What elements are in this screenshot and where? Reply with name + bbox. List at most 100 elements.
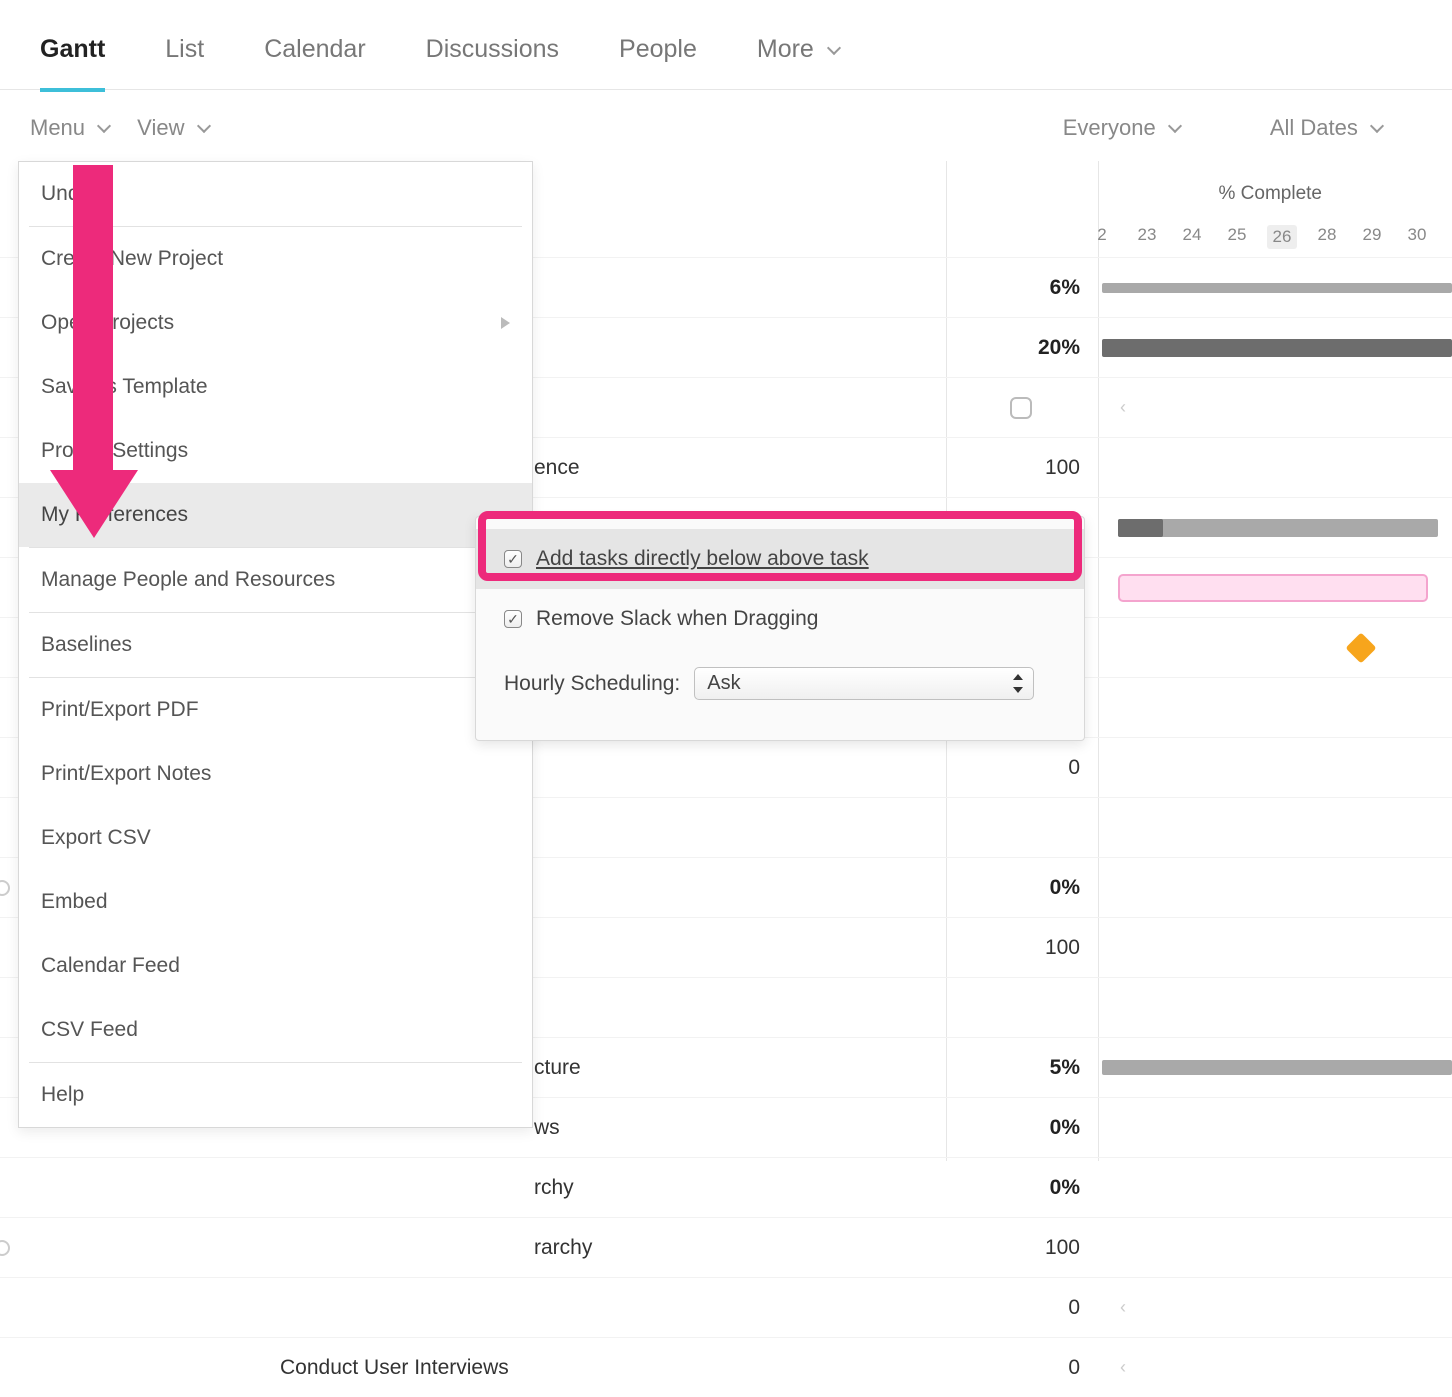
tab-more[interactable]: More <box>757 35 839 64</box>
menu-item-open-projects[interactable]: Open Projects <box>19 291 532 355</box>
gantt-row[interactable]: rchy 0% <box>0 1157 1452 1217</box>
chevron-left-icon: ‹ <box>1120 1297 1126 1318</box>
gantt-bar[interactable] <box>1102 1060 1452 1075</box>
menu-item-label: Manage People and Resources <box>41 568 335 592</box>
date-cell: 2 <box>1087 225 1117 249</box>
menu-item-label: Project Settings <box>41 439 188 463</box>
gantt-bar[interactable] <box>1118 519 1438 537</box>
tab-list[interactable]: List <box>165 35 204 64</box>
menu-item-label: Undo <box>41 182 91 206</box>
pref-label: Add tasks directly below above task <box>536 547 869 571</box>
menu-item-label: Create New Project <box>41 247 223 271</box>
pref-hourly-scheduling: Hourly Scheduling: Ask <box>476 649 1084 718</box>
menu-item-export-csv[interactable]: Export CSV <box>19 806 532 870</box>
clock-icon <box>0 1240 10 1256</box>
gantt-row[interactable]: Conduct User Interviews 0 ‹ <box>0 1337 1452 1397</box>
menu-item-save-as-template[interactable]: Save as Template <box>19 355 532 419</box>
menu-item-label: My Preferences <box>41 503 188 527</box>
menu-item-help[interactable]: Help <box>19 1063 532 1127</box>
percent-cell: 0% <box>960 876 1080 900</box>
menu-item-manage-people[interactable]: Manage People and Resources <box>19 548 532 612</box>
menu-item-label: Open Projects <box>41 311 174 335</box>
menu-item-csv-feed[interactable]: CSV Feed <box>19 998 532 1062</box>
tab-people[interactable]: People <box>619 35 697 64</box>
menu-item-label: Save as Template <box>41 375 208 399</box>
clock-icon <box>0 880 10 896</box>
menu-item-baselines[interactable]: Baselines <box>19 613 532 677</box>
chevron-down-icon <box>197 119 211 133</box>
menu-item-undo[interactable]: Undo <box>19 162 532 226</box>
task-label: ence <box>534 456 954 480</box>
tab-calendar[interactable]: Calendar <box>264 35 365 64</box>
column-header-percent-complete: % Complete <box>1219 183 1323 205</box>
percent-cell: 0% <box>960 1116 1080 1140</box>
menu-item-label: Calendar Feed <box>41 954 180 978</box>
percent-cell: 6% <box>960 276 1080 300</box>
filter-all-dates[interactable]: All Dates <box>1270 115 1382 141</box>
chevron-left-icon: ‹ <box>1120 1357 1126 1378</box>
pref-label: Remove Slack when Dragging <box>536 607 818 631</box>
milestone-diamond-icon[interactable] <box>1345 632 1376 663</box>
date-cell: 24 <box>1177 225 1207 249</box>
percent-cell: 20% <box>960 336 1080 360</box>
menu-item-label: Print/Export Notes <box>41 762 211 786</box>
percent-cell: 5% <box>960 1056 1080 1080</box>
menu-item-label: Export CSV <box>41 826 151 850</box>
checkbox-icon[interactable] <box>504 610 522 628</box>
preferences-submenu: Add tasks directly below above task Remo… <box>475 516 1085 741</box>
pref-add-tasks-below[interactable]: Add tasks directly below above task <box>476 529 1084 589</box>
task-label: rarchy <box>534 1236 954 1260</box>
gantt-row[interactable]: 0 ‹ <box>0 1277 1452 1337</box>
menu-item-print-export-pdf[interactable]: Print/Export PDF <box>19 678 532 742</box>
tab-discussions[interactable]: Discussions <box>426 35 559 64</box>
menu-dropdown: Undo Create New Project Open Projects Sa… <box>18 161 533 1128</box>
top-tabs-bar: Gantt List Calendar Discussions People M… <box>0 0 1452 90</box>
date-cell: 23 <box>1132 225 1162 249</box>
gantt-bar-progress <box>1118 519 1163 537</box>
menu-button-label: Menu <box>30 115 85 140</box>
menu-item-label: CSV Feed <box>41 1018 138 1042</box>
menu-item-my-preferences[interactable]: My Preferences <box>19 483 532 547</box>
tab-more-label: More <box>757 35 814 63</box>
menu-item-create-new-project[interactable]: Create New Project <box>19 227 532 291</box>
date-cell: 25 <box>1222 225 1252 249</box>
chevron-down-icon <box>1168 119 1182 133</box>
date-cell: 31 <box>1447 225 1452 249</box>
date-cell: 28 <box>1312 225 1342 249</box>
menu-item-print-export-notes[interactable]: Print/Export Notes <box>19 742 532 806</box>
menu-item-project-settings[interactable]: Project Settings <box>19 419 532 483</box>
menu-item-label: Print/Export PDF <box>41 698 199 722</box>
filter-everyone[interactable]: Everyone <box>1063 115 1180 141</box>
view-button[interactable]: View <box>137 115 208 141</box>
menu-item-calendar-feed[interactable]: Calendar Feed <box>19 934 532 998</box>
date-cell-today: 26 <box>1267 225 1297 249</box>
menu-item-embed[interactable]: Embed <box>19 870 532 934</box>
pref-remove-slack[interactable]: Remove Slack when Dragging <box>476 589 1084 649</box>
gantt-row[interactable]: rarchy 100 <box>0 1217 1452 1277</box>
percent-cell: 0 <box>960 1356 1080 1380</box>
gantt-bar[interactable] <box>1118 574 1428 602</box>
chevron-left-icon: ‹ <box>1120 397 1126 418</box>
task-label: ws <box>534 1116 954 1140</box>
menu-item-label: Help <box>41 1083 84 1107</box>
select-value: Ask <box>707 672 740 694</box>
chevron-down-icon <box>1370 119 1384 133</box>
filter-everyone-label: Everyone <box>1063 115 1156 140</box>
pref-label: Hourly Scheduling: <box>504 672 680 696</box>
percent-cell: 100 <box>960 936 1080 960</box>
gantt-bar[interactable] <box>1102 339 1452 357</box>
menu-item-label: Baselines <box>41 633 132 657</box>
gantt-date-header: 2 23 24 25 26 28 29 30 31 <box>1087 225 1452 249</box>
gantt-toolbar: Menu View Everyone All Dates <box>0 90 1452 161</box>
percent-cell: 100 <box>960 1236 1080 1260</box>
checkbox-icon[interactable] <box>504 550 522 568</box>
gantt-bar[interactable] <box>1102 283 1452 293</box>
view-button-label: View <box>137 115 184 140</box>
tab-gantt[interactable]: Gantt <box>40 35 105 64</box>
chevron-right-icon <box>501 317 510 329</box>
menu-item-label: Embed <box>41 890 108 914</box>
hourly-scheduling-select[interactable]: Ask <box>694 667 1034 700</box>
menu-button[interactable]: Menu <box>30 115 109 141</box>
checkbox-icon[interactable] <box>1010 397 1032 419</box>
date-cell: 29 <box>1357 225 1387 249</box>
